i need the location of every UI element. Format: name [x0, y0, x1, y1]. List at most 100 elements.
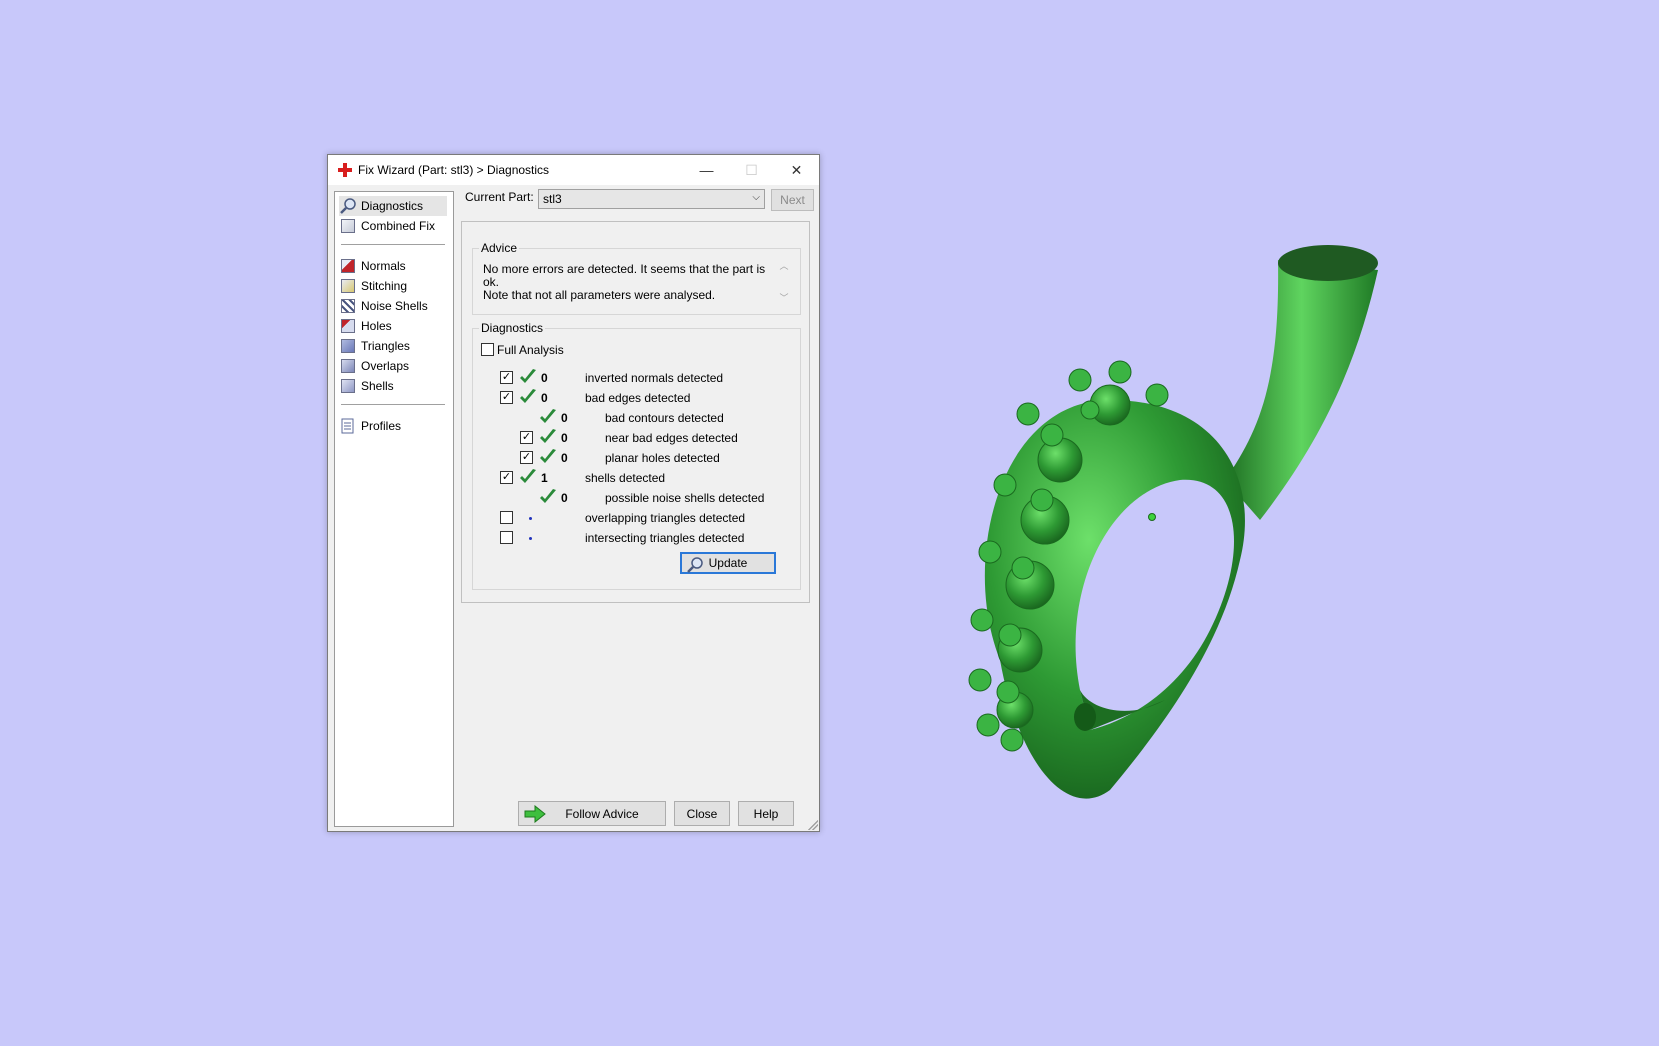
diagnostic-checkbox[interactable]: ✓	[500, 391, 513, 404]
sidebar-item-label: Profiles	[361, 419, 402, 433]
fix-wizard-dialog: Fix Wizard (Part: stl3) > Diagnostics — …	[327, 154, 820, 832]
chevron-down-icon: ⌵	[752, 192, 760, 203]
sidebar-item-label: Diagnostics	[361, 199, 424, 213]
diagnostic-count: 0	[561, 431, 568, 445]
diagnostic-checkbox[interactable]: ✓	[520, 431, 533, 444]
diagnostic-label: overlapping triangles detected	[585, 511, 746, 525]
diagnostics-panel: Advice No more errors are detected. It s…	[461, 221, 810, 603]
diagnostic-checkbox[interactable]: ✓	[500, 471, 513, 484]
sidebar-item-noise-shells[interactable]: Noise Shells	[339, 296, 428, 316]
current-part-value: stl3	[543, 192, 562, 206]
sidebar-item-label: Noise Shells	[361, 299, 428, 313]
window-title: Fix Wizard (Part: stl3) > Diagnostics	[358, 163, 550, 177]
diagnostic-count: 0	[541, 391, 548, 405]
sidebar-item-label: Triangles	[361, 339, 410, 353]
resize-grip[interactable]	[808, 820, 818, 830]
diagnostic-label: possible noise shells detected	[605, 491, 765, 505]
full-analysis-label: Full Analysis	[497, 343, 564, 357]
follow-advice-label: Follow Advice	[565, 806, 639, 821]
magnifier-icon	[339, 197, 357, 215]
holes-icon	[339, 317, 357, 335]
diagnostic-label: bad contours detected	[605, 411, 724, 425]
minimize-button[interactable]: —	[684, 155, 729, 185]
current-part-label: Current Part:	[465, 190, 534, 204]
magnifier-icon	[687, 557, 703, 573]
advice-title: Advice	[479, 241, 520, 255]
close-window-button[interactable]: ✕	[774, 155, 819, 185]
full-analysis-checkbox[interactable]	[481, 343, 494, 356]
title-bar[interactable]: Fix Wizard (Part: stl3) > Diagnostics — …	[328, 155, 819, 185]
diagnostics-title: Diagnostics	[479, 321, 546, 335]
pending-dot-icon	[529, 517, 532, 520]
scroll-down-icon[interactable]: ﹀	[776, 291, 792, 305]
diagnostic-checkbox[interactable]	[500, 511, 513, 524]
help-button[interactable]: Help	[738, 801, 794, 826]
green-arrow-icon	[524, 805, 546, 823]
sidebar-item-holes[interactable]: Holes	[339, 316, 392, 336]
sidebar-item-profiles[interactable]: Profiles	[339, 416, 401, 436]
diagnostics-group: Diagnostics Full Analysis ✓ 0 inverted nor…	[472, 321, 801, 590]
triangles-icon	[339, 337, 357, 355]
update-label: Update	[708, 556, 748, 570]
sidebar-item-label: Combined Fix	[361, 219, 436, 233]
current-part-select[interactable]: stl3 ⌵	[538, 189, 765, 209]
profiles-icon	[339, 417, 357, 435]
diagnostic-checkbox[interactable]: ✓	[500, 371, 513, 384]
diagnostic-label: near bad edges detected	[605, 431, 738, 445]
advice-line-1: No more errors are detected. It seems th…	[483, 262, 766, 289]
normals-icon	[339, 257, 357, 275]
advice-scrollbar[interactable]: ︿ ﹀	[776, 259, 792, 307]
update-button[interactable]: Update	[680, 552, 776, 574]
green-check-icon	[520, 389, 536, 403]
green-check-icon	[520, 369, 536, 383]
green-check-icon	[540, 409, 556, 423]
stitching-icon	[339, 277, 357, 295]
green-check-icon	[540, 429, 556, 443]
pending-dot-icon	[529, 537, 532, 540]
sidebar-item-shells[interactable]: Shells	[339, 376, 394, 396]
maximize-button[interactable]: ☐	[729, 155, 774, 185]
green-check-icon	[540, 489, 556, 503]
diagnostic-label: intersecting triangles detected	[585, 531, 745, 545]
diagnostic-label: inverted normals detected	[585, 371, 724, 385]
sidebar-item-triangles[interactable]: Triangles	[339, 336, 410, 356]
close-button[interactable]: Close	[674, 801, 730, 826]
sidebar-item-label: Stitching	[361, 279, 408, 293]
sidebar-divider	[341, 404, 445, 405]
shells-icon	[339, 377, 357, 395]
diagnostic-label: bad edges detected	[585, 391, 691, 405]
diagnostic-count: 0	[561, 411, 568, 425]
sidebar-item-combined-fix[interactable]: Combined Fix	[339, 216, 435, 236]
advice-text: No more errors are detected. It seems th…	[483, 263, 773, 302]
sidebar-item-stitching[interactable]: Stitching	[339, 276, 407, 296]
sidebar-item-label: Overlaps	[361, 359, 410, 373]
sidebar-divider	[341, 244, 445, 245]
overlaps-icon	[339, 357, 357, 375]
sidebar-item-label: Normals	[361, 259, 406, 273]
wizard-sidebar: Diagnostics Combined Fix Normals Stitchi…	[334, 191, 454, 827]
fix-wizard-cross-icon	[338, 163, 352, 177]
sidebar-item-normals[interactable]: Normals	[339, 256, 406, 276]
combined-fix-icon	[339, 217, 357, 235]
noise-shells-icon	[339, 297, 357, 315]
green-check-icon	[540, 449, 556, 463]
diagnostic-label: shells detected	[585, 471, 666, 485]
next-button[interactable]: Next	[771, 189, 814, 211]
sidebar-item-overlaps[interactable]: Overlaps	[339, 356, 409, 376]
diagnostic-count: 1	[541, 471, 548, 485]
diagnostic-checkbox[interactable]: ✓	[520, 451, 533, 464]
cursor-marker	[1148, 513, 1156, 521]
diagnostic-label: planar holes detected	[605, 451, 720, 465]
scroll-up-icon[interactable]: ︿	[776, 259, 792, 273]
3d-viewport[interactable]	[0, 0, 1659, 1046]
diagnostic-count: 0	[561, 491, 568, 505]
sidebar-item-diagnostics[interactable]: Diagnostics	[339, 196, 447, 216]
diagnostic-checkbox[interactable]	[500, 531, 513, 544]
diagnostic-count: 0	[541, 371, 548, 385]
ring-3d-model[interactable]	[960, 230, 1390, 830]
sidebar-item-label: Holes	[361, 319, 392, 333]
green-check-icon	[520, 469, 536, 483]
follow-advice-button[interactable]: Follow Advice	[518, 801, 666, 826]
advice-group: Advice No more errors are detected. It s…	[472, 241, 801, 315]
advice-line-2: Note that not all parameters were analys…	[483, 288, 716, 302]
